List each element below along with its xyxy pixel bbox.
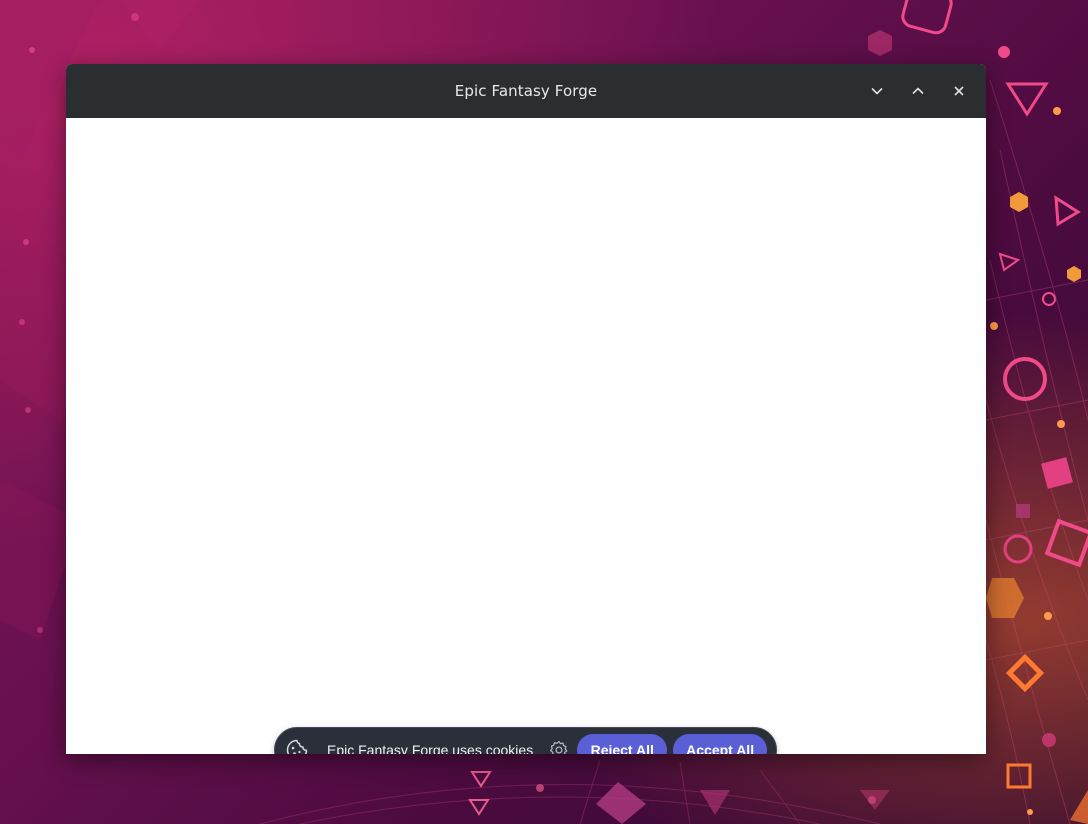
reject-all-button[interactable]: Reject All	[577, 734, 668, 754]
app-window: Epic Fantasy Forge Epic Fantasy Forge us…	[66, 64, 986, 754]
chevron-up-icon	[912, 87, 924, 95]
cookie-banner: Epic Fantasy Forge uses cookies Reject A…	[274, 727, 777, 754]
window-controls	[853, 64, 976, 118]
close-button[interactable]	[942, 74, 976, 108]
window-title: Epic Fantasy Forge	[454, 82, 598, 100]
maximize-button[interactable]	[901, 74, 935, 108]
cookie-message: Epic Fantasy Forge uses cookies	[327, 742, 534, 754]
cookie-settings-button[interactable]	[548, 739, 570, 754]
chevron-down-icon	[871, 87, 883, 95]
window-content: Epic Fantasy Forge uses cookies Reject A…	[66, 118, 986, 754]
close-icon	[954, 86, 964, 96]
minimize-button[interactable]	[860, 74, 894, 108]
cookie-icon	[285, 738, 309, 754]
accept-all-button[interactable]: Accept All	[673, 734, 767, 754]
title-bar[interactable]: Epic Fantasy Forge	[66, 64, 986, 118]
gear-icon	[550, 740, 568, 754]
